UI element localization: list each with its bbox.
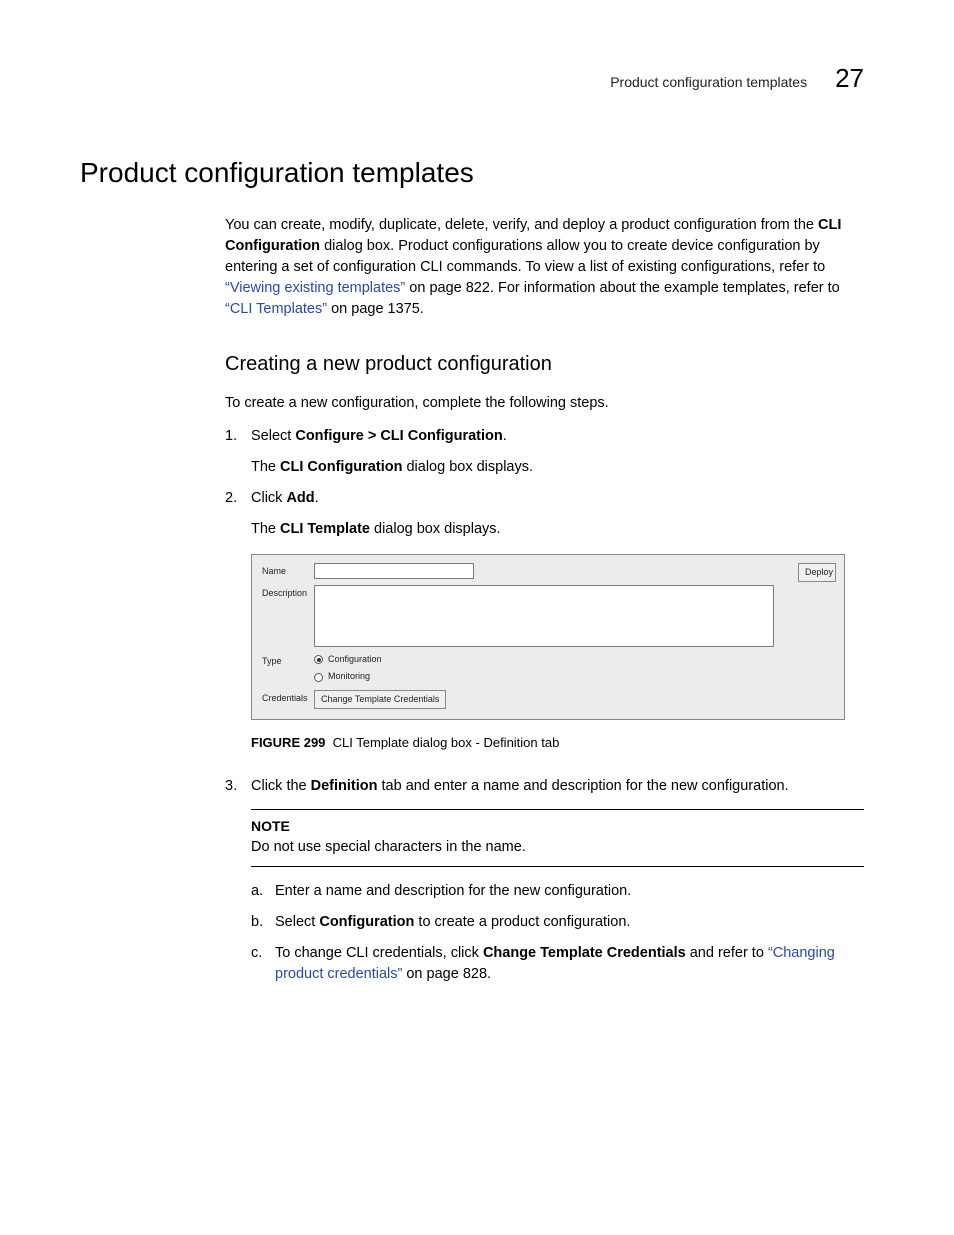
figure-caption-text: CLI Template dialog box - Definition tab	[333, 735, 560, 750]
step-3: 3. Click the Definition tab and enter a …	[225, 776, 864, 797]
figure-cli-template-dialog: Deploy Name Description Type Configurati…	[251, 554, 864, 719]
note-title: NOTE	[251, 816, 864, 836]
type-label: Type	[262, 653, 314, 668]
description-label: Description	[262, 585, 314, 600]
steps-list-2: 2. Click Add.	[225, 488, 864, 509]
substep-letter: b.	[251, 912, 275, 933]
steps-list: 1. Select Configure > CLI Configuration.	[225, 426, 864, 447]
step-bold: Configure > CLI Configuration	[295, 428, 502, 444]
figure-caption: FIGURE 299 CLI Template dialog box - Def…	[251, 734, 864, 753]
step-bold: Add	[286, 490, 314, 506]
substep-c: c. To change CLI credentials, click Chan…	[251, 943, 864, 985]
sub-post: dialog box displays.	[370, 521, 501, 537]
substep-letter: c.	[251, 943, 275, 985]
cli-template-dialog: Deploy Name Description Type Configurati…	[251, 554, 845, 719]
radio-icon	[314, 673, 323, 682]
header-chapter-number: 27	[835, 60, 864, 98]
sub-pre: The	[251, 521, 280, 537]
step-2: 2. Click Add.	[225, 488, 864, 509]
intro-text: You can create, modify, duplicate, delet…	[225, 217, 818, 233]
name-input[interactable]	[314, 563, 474, 579]
name-label: Name	[262, 563, 314, 578]
step-text: Click	[251, 490, 286, 506]
link-cli-templates[interactable]: “CLI Templates”	[225, 301, 327, 317]
step-number: 1.	[225, 426, 251, 447]
radio-monitoring[interactable]: Monitoring	[314, 670, 382, 683]
radio-label: Monitoring	[328, 670, 370, 683]
substep-letter: a.	[251, 881, 275, 902]
step-1-sub: The CLI Configuration dialog box display…	[251, 457, 864, 478]
section-heading: Creating a new product configuration	[225, 350, 864, 379]
sub-pre: The	[251, 459, 280, 475]
description-textarea[interactable]	[314, 585, 774, 647]
step-2-sub: The CLI Template dialog box displays.	[251, 519, 864, 540]
radio-configuration[interactable]: Configuration	[314, 653, 382, 666]
substeps-list: a. Enter a name and description for the …	[251, 881, 864, 985]
substep-bold: Configuration	[319, 914, 414, 930]
step-text: Select	[251, 428, 295, 444]
page-header: Product configuration templates 27	[80, 60, 864, 98]
step-text: Click the	[251, 778, 311, 794]
step-number: 2.	[225, 488, 251, 509]
substep-post: on page 828.	[402, 966, 491, 982]
step-1: 1. Select Configure > CLI Configuration.	[225, 426, 864, 447]
substep-post: to create a product configuration.	[414, 914, 630, 930]
substep-pre: Select	[275, 914, 319, 930]
figure-number: FIGURE 299	[251, 735, 325, 750]
intro-text-3: on page 822. For information about the e…	[405, 280, 839, 296]
page-title: Product configuration templates	[80, 153, 864, 194]
steps-list-3: 3. Click the Definition tab and enter a …	[225, 776, 864, 797]
substep-b: b. Select Configuration to create a prod…	[251, 912, 864, 933]
substep-text: Enter a name and description for the new…	[275, 881, 864, 902]
step-text-post: tab and enter a name and description for…	[378, 778, 789, 794]
note-text: Do not use special characters in the nam…	[251, 837, 864, 858]
note-box: NOTE Do not use special characters in th…	[251, 809, 864, 866]
substep-a: a. Enter a name and description for the …	[251, 881, 864, 902]
substep-mid: and refer to	[686, 945, 768, 961]
step-number: 3.	[225, 776, 251, 797]
step-text-post: .	[315, 490, 319, 506]
intro-text-4: on page 1375.	[327, 301, 424, 317]
intro-paragraph: You can create, modify, duplicate, delet…	[225, 215, 864, 320]
sub-post: dialog box displays.	[402, 459, 533, 475]
radio-label: Configuration	[328, 653, 382, 666]
header-section-label: Product configuration templates	[610, 72, 807, 92]
radio-icon	[314, 655, 323, 664]
lead-paragraph: To create a new configuration, complete …	[225, 393, 864, 414]
link-viewing-templates[interactable]: “Viewing existing templates”	[225, 280, 405, 296]
step-bold: Definition	[311, 778, 378, 794]
substep-bold: Change Template Credentials	[483, 945, 686, 961]
sub-bold: CLI Configuration	[280, 459, 402, 475]
credentials-label: Credentials	[262, 690, 314, 705]
type-radio-group: Configuration Monitoring	[314, 653, 382, 683]
step-text-post: .	[503, 428, 507, 444]
deploy-button[interactable]: Deploy	[798, 563, 836, 582]
change-template-credentials-button[interactable]: Change Template Credentials	[314, 690, 446, 709]
substep-pre: To change CLI credentials, click	[275, 945, 483, 961]
sub-bold: CLI Template	[280, 521, 370, 537]
